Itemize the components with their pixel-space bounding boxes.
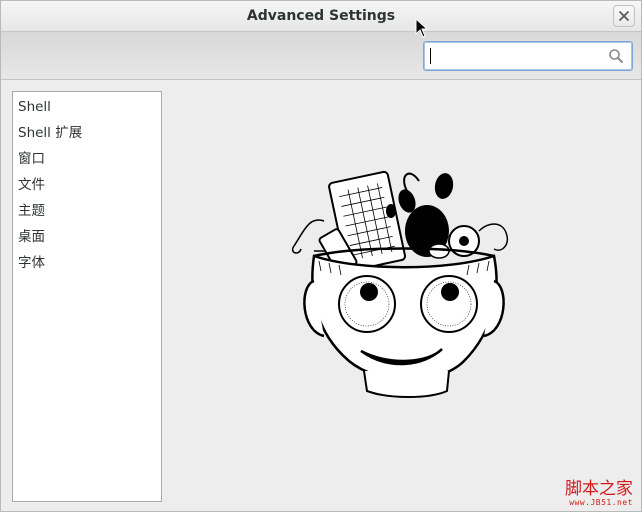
app-window: Advanced Settings Shell Shell 扩展 窗口 文件 主… xyxy=(0,0,642,512)
sidebar-item-theme[interactable]: 主题 xyxy=(13,198,161,224)
window-title: Advanced Settings xyxy=(246,8,396,24)
watermark-main-text: 脚本之家 xyxy=(565,479,633,499)
sidebar-item-files[interactable]: 文件 xyxy=(13,172,161,198)
sidebar-item-desktop[interactable]: 桌面 xyxy=(13,224,161,250)
search-box[interactable] xyxy=(423,41,633,71)
sidebar-item-shell[interactable]: Shell xyxy=(13,94,161,120)
watermark-url-text: www.JB51.net xyxy=(569,498,633,507)
text-caret xyxy=(430,48,431,64)
close-button[interactable] xyxy=(613,5,635,27)
mouse-pointer-icon xyxy=(415,18,429,38)
tweak-tool-mascot-icon xyxy=(291,170,509,398)
toolbar xyxy=(1,32,641,80)
sidebar-item-shell-extensions[interactable]: Shell 扩展 xyxy=(13,120,161,146)
title-bar[interactable]: Advanced Settings xyxy=(1,1,641,32)
search-input[interactable] xyxy=(430,45,604,69)
watermark: 脚本之家 www.JB51.net xyxy=(565,480,633,507)
close-icon xyxy=(619,11,629,21)
sidebar-item-windows[interactable]: 窗口 xyxy=(13,146,161,172)
sidebar-item-fonts[interactable]: 字体 xyxy=(13,250,161,276)
category-list: Shell Shell 扩展 窗口 文件 主题 桌面 字体 xyxy=(12,91,162,502)
search-icon[interactable] xyxy=(608,48,624,64)
